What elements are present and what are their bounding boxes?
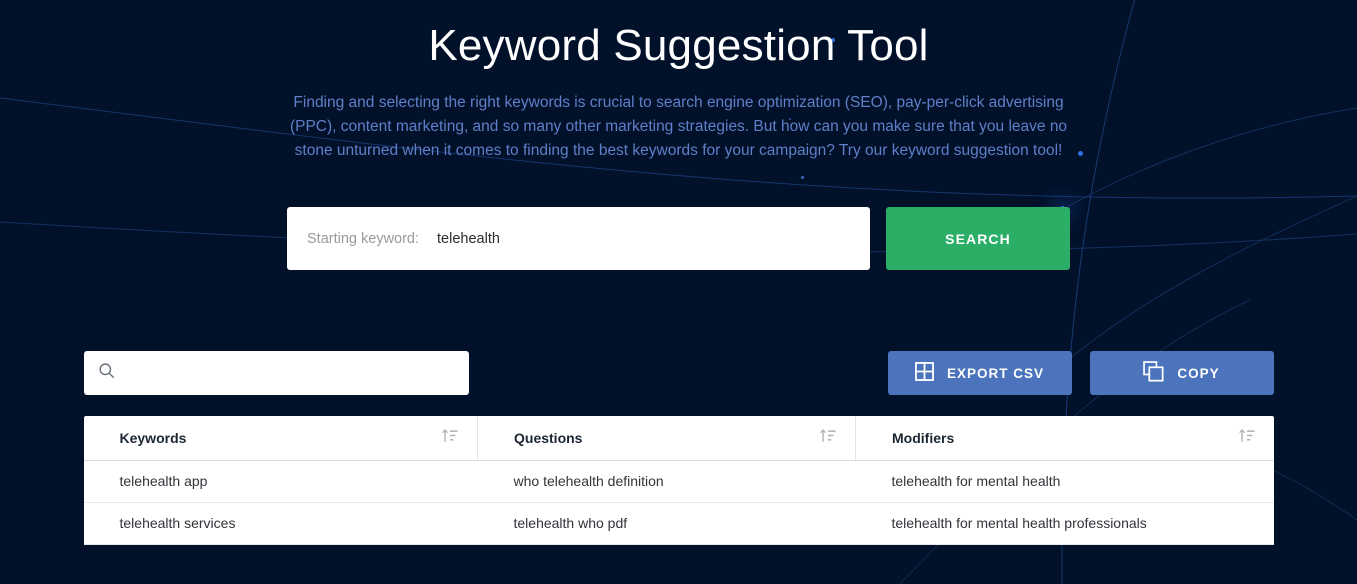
cell-modifier: telehealth for mental health [856, 460, 1274, 502]
column-header-keywords-label: Keywords [120, 430, 187, 446]
column-header-modifiers[interactable]: Modifiers [856, 416, 1274, 460]
results-section: EXPORT CSV COPY [84, 270, 1274, 545]
page-title: Keyword Suggestion Tool [0, 18, 1357, 73]
column-header-keywords[interactable]: Keywords [84, 416, 478, 460]
export-csv-label: EXPORT CSV [947, 366, 1044, 381]
results-filter-field[interactable] [84, 351, 469, 395]
table-header-row: Keywords [84, 416, 1274, 460]
starting-keyword-label: Starting keyword: [307, 231, 419, 247]
sort-descending-icon[interactable] [441, 427, 459, 448]
column-header-questions[interactable]: Questions [478, 416, 856, 460]
copy-icon [1143, 361, 1164, 385]
cell-question: who telehealth definition [478, 460, 856, 502]
results-toolbar: EXPORT CSV COPY [84, 351, 1274, 395]
copy-button[interactable]: COPY [1090, 351, 1274, 395]
sort-descending-icon[interactable] [819, 427, 837, 448]
export-csv-button[interactable]: EXPORT CSV [888, 351, 1072, 395]
copy-label: COPY [1177, 366, 1219, 381]
results-filter-input[interactable] [125, 365, 455, 381]
cell-keyword: telehealth services [84, 502, 478, 544]
results-table: Keywords [84, 416, 1274, 545]
results-table-container: Keywords [84, 416, 1274, 545]
search-button[interactable]: SEARCH [886, 207, 1070, 270]
cell-question: telehealth who pdf [478, 502, 856, 544]
table-row[interactable]: telehealth services telehealth who pdf t… [84, 502, 1274, 544]
cell-modifier: telehealth for mental health professiona… [856, 502, 1274, 544]
starting-keyword-field[interactable]: Starting keyword: [287, 207, 870, 270]
table-body: telehealth app who telehealth definition… [84, 460, 1274, 544]
search-icon [98, 362, 115, 384]
keyword-search-row: Starting keyword: SEARCH [0, 207, 1357, 270]
cell-keyword: telehealth app [84, 460, 478, 502]
table-header: Keywords [84, 416, 1274, 460]
grid-table-icon [915, 362, 934, 384]
hero-section: Keyword Suggestion Tool Finding and sele… [0, 0, 1357, 163]
starting-keyword-input[interactable] [437, 231, 850, 247]
column-header-questions-label: Questions [514, 430, 582, 446]
hero-description: Finding and selecting the right keywords… [284, 91, 1074, 163]
table-row[interactable]: telehealth app who telehealth definition… [84, 460, 1274, 502]
page-root: Keyword Suggestion Tool Finding and sele… [0, 0, 1357, 584]
toolbar-actions: EXPORT CSV COPY [888, 351, 1274, 395]
column-header-modifiers-label: Modifiers [892, 430, 954, 446]
sort-descending-icon[interactable] [1238, 427, 1256, 448]
